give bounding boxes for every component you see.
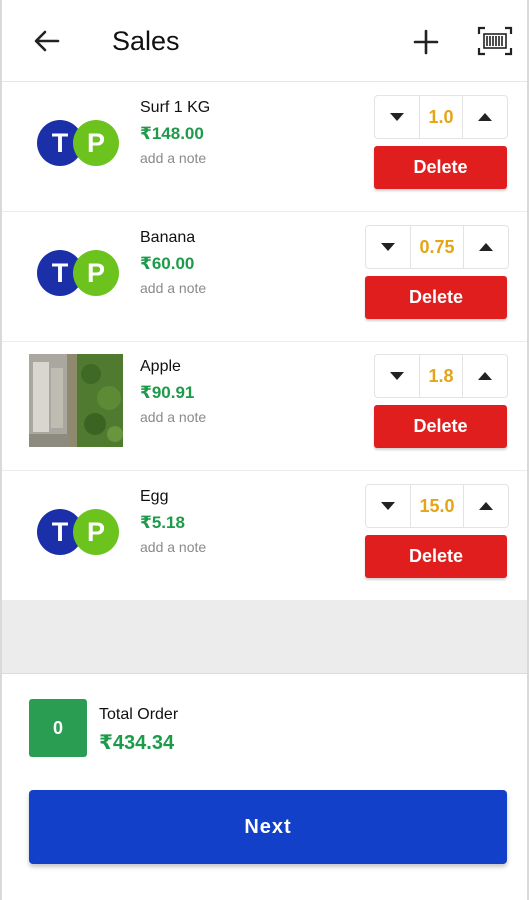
delete-button[interactable]: Delete [365,535,507,578]
add-note-link[interactable]: add a note [140,539,206,555]
decrease-qty-button[interactable] [366,226,410,268]
delete-button[interactable]: Delete [374,146,507,189]
quantity-value[interactable]: 1.0 [419,96,463,138]
caret-down-icon [390,372,404,380]
quantity-value[interactable]: 0.75 [410,226,464,268]
delete-button[interactable]: Delete [374,405,507,448]
plus-icon[interactable] [410,26,442,58]
increase-qty-button[interactable] [463,355,507,397]
product-name: Banana [140,229,196,246]
caret-down-icon [381,502,395,510]
quantity-stepper: 15.0 [365,484,509,528]
caret-up-icon [479,243,493,251]
tp-logo-image: T P [36,508,120,556]
logo-letter-t: T [52,517,69,547]
quantity-stepper: 1.8 [374,354,508,398]
increase-qty-button[interactable] [463,96,507,138]
quantity-stepper: 0.75 [365,225,509,269]
page-title: Sales [112,26,180,56]
add-note-link[interactable]: add a note [140,150,206,166]
logo-letter-p: P [87,517,105,547]
delete-button[interactable]: Delete [365,276,507,319]
increase-qty-button[interactable] [464,485,508,527]
quantity-value[interactable]: 1.8 [419,355,463,397]
product-price: ₹148.00 [140,124,204,143]
tp-logo-image: T P [36,249,120,297]
caret-up-icon [479,502,493,510]
logo-letter-t: T [52,128,69,158]
list-item: T P Banana ₹60.00 add a note 0.75 Delete [2,213,527,342]
sales-screen: Sales T P Surf 1 KG ₹148.00 add a note 1… [0,0,529,900]
decrease-qty-button[interactable] [366,485,410,527]
caret-down-icon [390,113,404,121]
logo-letter-p: P [87,128,105,158]
decrease-qty-button[interactable] [375,355,419,397]
list-item: Apple ₹90.91 add a note 1.8 Delete [2,342,527,471]
product-price: ₹90.91 [140,383,195,402]
list-item: T P Egg ₹5.18 add a note 15.0 Delete [2,472,527,601]
product-name: Apple [140,358,181,375]
add-note-link[interactable]: add a note [140,409,206,425]
logo-letter-t: T [52,258,69,288]
item-count-badge: 0 [29,699,87,757]
caret-up-icon [478,113,492,121]
next-button[interactable]: Next [29,790,507,864]
barcode-scan-icon[interactable] [476,25,514,57]
product-name: Egg [140,488,169,505]
quantity-stepper: 1.0 [374,95,508,139]
product-price: ₹60.00 [140,254,195,273]
empty-list-area [2,601,527,674]
add-note-link[interactable]: add a note [140,280,206,296]
decrease-qty-button[interactable] [375,96,419,138]
total-order-value: ₹434.34 [99,732,175,754]
caret-down-icon [381,243,395,251]
tp-logo-image: T P [36,119,120,167]
product-name: Surf 1 KG [140,99,211,116]
caret-up-icon [478,372,492,380]
logo-letter-p: P [87,258,105,288]
increase-qty-button[interactable] [464,226,508,268]
back-arrow-icon[interactable] [30,24,64,58]
quantity-value[interactable]: 15.0 [410,485,464,527]
total-order-label: Total Order [99,706,179,723]
product-price: ₹5.18 [140,513,185,532]
list-item: T P Surf 1 KG ₹148.00 add a note 1.0 Del… [2,83,527,212]
apple-photo-image [29,354,123,447]
app-bar: Sales [2,0,527,82]
